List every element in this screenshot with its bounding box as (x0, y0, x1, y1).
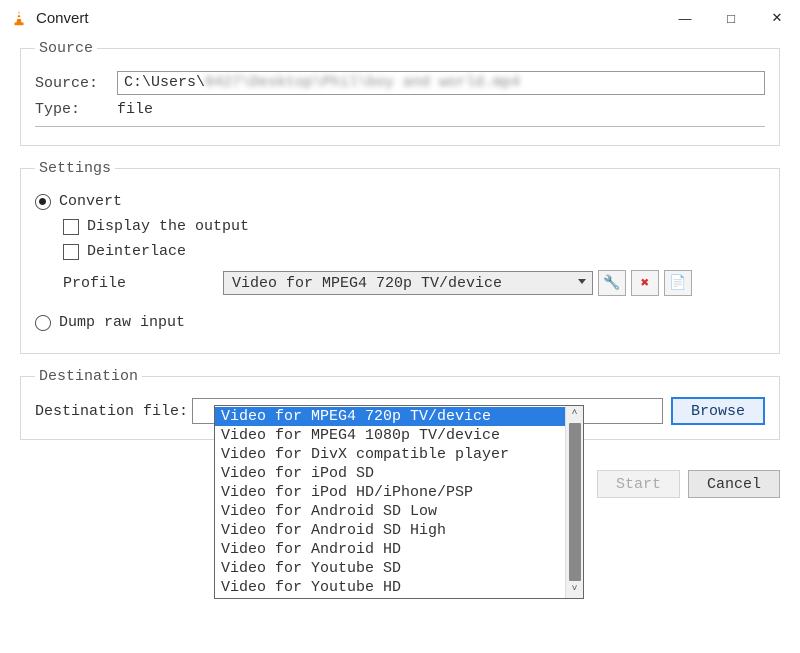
maximize-button[interactable]: □ (708, 3, 754, 33)
destination-file-label: Destination file: (35, 403, 188, 420)
edit-profile-button[interactable]: 🔧 (598, 270, 626, 296)
close-button[interactable]: ✕ (754, 3, 800, 33)
cancel-button[interactable]: Cancel (688, 470, 780, 498)
deinterlace-checkbox[interactable] (63, 244, 79, 260)
settings-legend: Settings (35, 160, 115, 177)
delete-profile-button[interactable]: ✖ (631, 270, 659, 296)
source-legend: Source (35, 40, 97, 57)
divider (35, 126, 765, 127)
profile-option[interactable]: Video for iPod HD/iPhone/PSP (215, 483, 565, 502)
profile-option[interactable]: Video for MPEG4 720p TV/device (215, 407, 565, 426)
profile-combobox[interactable]: Video for MPEG4 720p TV/device (223, 271, 593, 295)
profile-selected-text: Video for MPEG4 720p TV/device (232, 275, 502, 292)
delete-icon: ✖ (641, 275, 649, 292)
profile-option[interactable]: Video for iPod SD (215, 464, 565, 483)
vlc-icon (10, 9, 28, 27)
dump-raw-radio[interactable] (35, 315, 51, 331)
source-label: Source: (35, 75, 117, 92)
scrollbar[interactable]: ˄ ˅ (565, 406, 583, 598)
profile-option[interactable]: Video for Youtube SD (215, 559, 565, 578)
settings-group: Settings Convert Display the output Dein… (20, 160, 780, 354)
scroll-down-icon[interactable]: ˅ (571, 582, 577, 598)
display-output-label: Display the output (87, 218, 249, 235)
source-path-blurred: 0427\Desktop\Phil\boy and world.mp4 (205, 74, 520, 91)
convert-label: Convert (59, 193, 122, 210)
scroll-thumb[interactable] (569, 423, 581, 581)
convert-radio-row[interactable]: Convert (35, 193, 765, 210)
display-output-row[interactable]: Display the output (63, 218, 765, 235)
scroll-up-icon[interactable]: ˄ (571, 406, 577, 422)
titlebar: Convert — □ ✕ (0, 0, 800, 36)
profile-label: Profile (63, 275, 223, 292)
minimize-button[interactable]: — (662, 3, 708, 33)
start-button[interactable]: Start (597, 470, 680, 498)
type-value: file (117, 101, 153, 118)
deinterlace-label: Deinterlace (87, 243, 186, 260)
chevron-down-icon (578, 279, 586, 284)
source-input[interactable]: C:\Users\0427\Desktop\Phil\boy and world… (117, 71, 765, 95)
new-profile-icon: 📄 (669, 275, 686, 292)
profile-option[interactable]: Video for DivX compatible player (215, 445, 565, 464)
profile-option[interactable]: Video for Android HD (215, 540, 565, 559)
profile-option[interactable]: Video for Android SD High (215, 521, 565, 540)
destination-legend: Destination (35, 368, 142, 385)
display-output-checkbox[interactable] (63, 219, 79, 235)
dump-raw-row[interactable]: Dump raw input (35, 314, 765, 331)
convert-radio[interactable] (35, 194, 51, 210)
deinterlace-row[interactable]: Deinterlace (63, 243, 765, 260)
window-title: Convert (36, 10, 662, 27)
profile-option[interactable]: Video for MPEG4 1080p TV/device (215, 426, 565, 445)
browse-button[interactable]: Browse (671, 397, 765, 425)
profile-option[interactable]: Video for Youtube HD (215, 578, 565, 597)
dump-raw-label: Dump raw input (59, 314, 185, 331)
wrench-icon: 🔧 (603, 275, 620, 292)
profile-dropdown: Video for MPEG4 720p TV/deviceVideo for … (214, 405, 584, 599)
source-group: Source Source: C:\Users\0427\Desktop\Phi… (20, 40, 780, 146)
profile-option[interactable]: Video for Android SD Low (215, 502, 565, 521)
type-label: Type: (35, 101, 117, 118)
new-profile-button[interactable]: 📄 (664, 270, 692, 296)
